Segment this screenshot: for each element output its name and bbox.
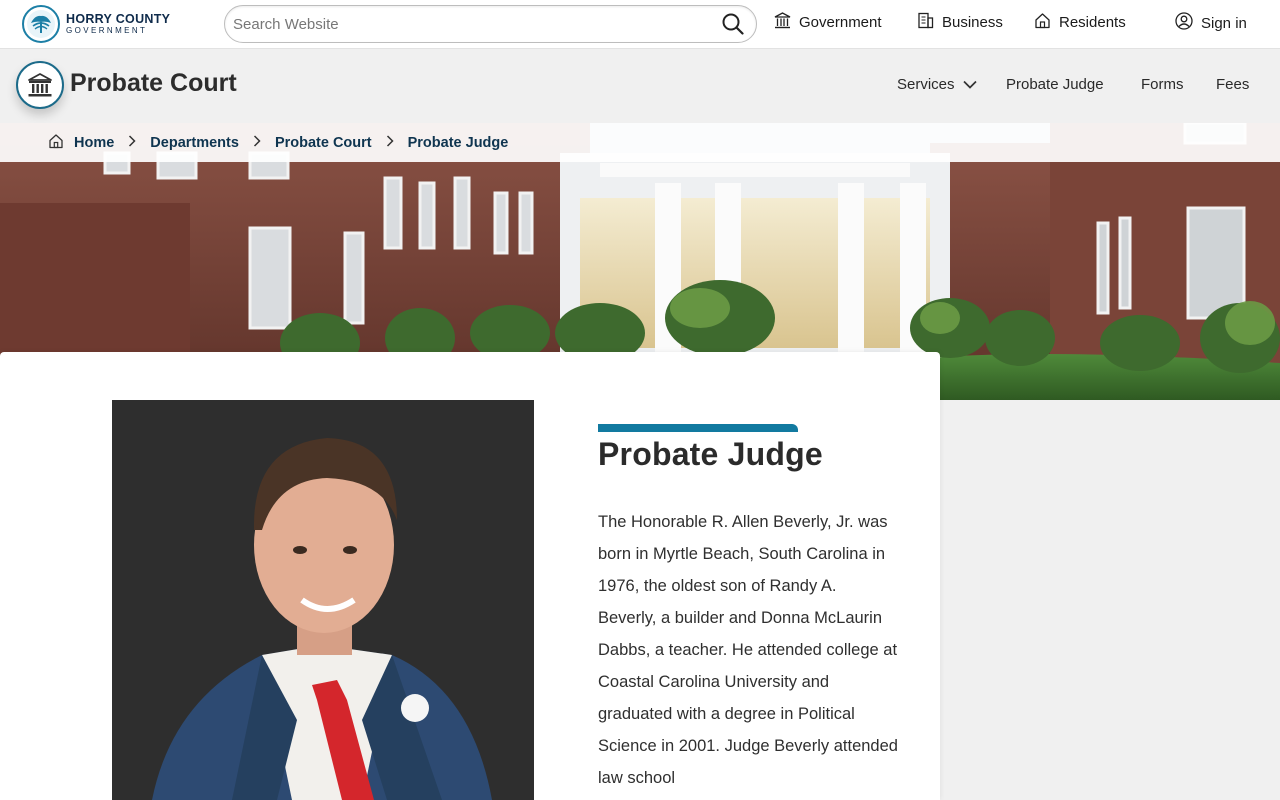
sign-in-link[interactable]: Sign in [1175, 12, 1247, 34]
user-circle-icon [1175, 12, 1193, 34]
home-icon[interactable] [48, 133, 64, 153]
department-header: Probate Court Services Probate Judge For… [0, 48, 1280, 123]
nav-residents-label: Residents [1059, 14, 1126, 31]
building-icon [917, 12, 934, 33]
chevron-down-icon [962, 76, 977, 93]
chevron-right-icon [128, 135, 136, 150]
breadcrumb-departments[interactable]: Departments [150, 135, 239, 151]
search-box [224, 5, 757, 43]
columns-icon [774, 12, 791, 33]
dept-nav-fees-label: Fees [1216, 76, 1250, 93]
breadcrumb-probate-court[interactable]: Probate Court [275, 135, 372, 151]
house-icon [1034, 12, 1051, 33]
search-icon[interactable] [722, 13, 744, 40]
breadcrumb-current: Probate Judge [407, 134, 509, 151]
title-accent-bar [598, 424, 798, 432]
dept-nav-services-label: Services [897, 76, 955, 93]
nav-business-label: Business [942, 14, 1003, 31]
page-title: Probate Judge [598, 436, 823, 472]
county-logo[interactable]: HORRY COUNTY GOVERNMENT [22, 5, 170, 43]
logo-line1: HORRY COUNTY [66, 11, 171, 26]
nav-residents[interactable]: Residents [1034, 12, 1126, 33]
breadcrumb-home[interactable]: Home [74, 135, 114, 151]
tree-logo-icon [22, 5, 60, 43]
breadcrumb: Home Departments Probate Court Probate J… [0, 123, 1280, 162]
dept-nav-fees[interactable]: Fees [1216, 76, 1249, 93]
dept-nav-services[interactable]: Services [897, 76, 977, 93]
search-input[interactable] [233, 12, 703, 36]
judge-portrait [112, 400, 534, 800]
logo-line2: GOVERNMENT [66, 25, 148, 35]
dept-nav-probate-judge[interactable]: Probate Judge [1006, 76, 1104, 93]
nav-government-label: Government [799, 14, 882, 31]
judge-bio: The Honorable R. Allen Beverly, Jr. was … [598, 513, 898, 787]
dept-nav-forms[interactable]: Forms [1141, 76, 1184, 93]
dept-nav-forms-label: Forms [1141, 76, 1184, 93]
sign-in-label: Sign in [1201, 14, 1247, 32]
nav-government[interactable]: Government [774, 12, 882, 33]
chevron-right-icon [386, 135, 394, 150]
chevron-right-icon [253, 135, 261, 150]
courthouse-icon [16, 61, 64, 109]
nav-business[interactable]: Business [917, 12, 1003, 33]
dept-nav-probate-judge-label: Probate Judge [1006, 76, 1104, 93]
department-title[interactable]: Probate Court [70, 69, 237, 98]
global-header: HORRY COUNTY GOVERNMENT Government Busin… [0, 0, 1280, 48]
right-sidebar [940, 400, 1280, 800]
